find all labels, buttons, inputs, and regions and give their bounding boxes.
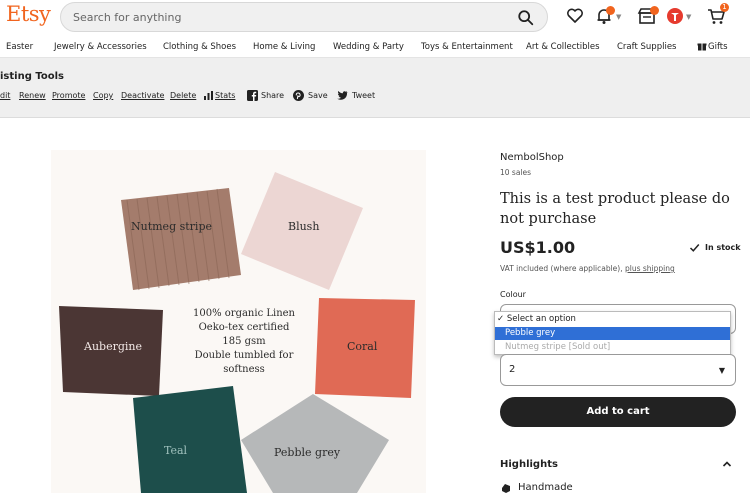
fabric-info-line: 185 gsm <box>222 336 266 347</box>
avatar[interactable] <box>665 6 685 26</box>
fabric-info-line: softness <box>223 364 265 375</box>
top-header: Etsy Search for anything ▼ ▼ 1 <box>0 0 750 36</box>
notification-dot <box>606 6 615 15</box>
highlights-heading[interactable]: Highlights <box>500 459 558 470</box>
category-craft[interactable]: Craft Supplies <box>617 42 676 52</box>
shop-dot <box>650 6 659 15</box>
stats-icon <box>204 91 213 100</box>
category-easter[interactable]: Easter <box>6 42 33 52</box>
product-image[interactable]: Nutmeg stripe Blush Aubergine Coral Teal… <box>51 150 426 493</box>
copy-link[interactable]: Copy <box>93 91 113 100</box>
vat-text: VAT included (where applicable), <box>500 264 623 273</box>
category-toys[interactable]: Toys & Entertainment <box>421 42 513 52</box>
listing-tools-bar: isting Tools dit Renew Promote Copy Deac… <box>0 58 750 118</box>
swatch-label-nutmeg: Nutmeg stripe <box>131 220 213 233</box>
quantity-select[interactable]: 2 ▼ <box>500 354 736 386</box>
facebook-icon <box>247 90 258 101</box>
swatch-label-blush: Blush <box>288 220 320 233</box>
product-price: US$1.00 <box>500 238 576 257</box>
swatch-label-coral: Coral <box>347 340 378 353</box>
category-gifts[interactable]: Gifts <box>708 42 728 52</box>
shipping-link[interactable]: plus shipping <box>625 264 675 273</box>
handmade-icon <box>502 484 510 493</box>
fabric-info-line: Double tumbled for <box>194 350 294 361</box>
colour-dropdown-list: ✓ Select an option Pebble grey Nutmeg st… <box>494 311 731 355</box>
handmade-feature: Handmade <box>518 482 573 493</box>
quantity-value: 2 <box>509 364 516 375</box>
renew-link[interactable]: Renew <box>19 91 46 100</box>
chevron-up-icon[interactable] <box>722 459 732 469</box>
tweet-button[interactable]: Tweet <box>352 91 375 100</box>
sales-count: 10 sales <box>500 168 532 177</box>
search-icon[interactable] <box>517 9 535 27</box>
delete-link[interactable]: Delete <box>170 91 196 100</box>
twitter-icon <box>337 91 348 100</box>
promote-link[interactable]: Promote <box>52 91 85 100</box>
fabric-info-line: 100% organic Linen <box>193 308 295 319</box>
swatch-label-teal: Teal <box>164 444 188 457</box>
colour-label: Colour <box>500 290 526 299</box>
dropdown-arrow-icon: ▼ <box>718 366 725 375</box>
stats-link[interactable]: Stats <box>215 91 235 100</box>
vat-note: VAT included (where applicable), plus sh… <box>500 264 675 273</box>
share-button[interactable]: Share <box>261 91 284 100</box>
category-wedding[interactable]: Wedding & Party <box>333 42 404 52</box>
search-bar[interactable]: Search for anything <box>60 2 548 32</box>
fabric-info-line: Oeko-tex certified <box>198 322 290 333</box>
save-button[interactable]: Save <box>308 91 328 100</box>
check-icon <box>689 244 700 252</box>
category-art[interactable]: Art & Collectibles <box>526 42 600 52</box>
product-title: This is a test product please do not pur… <box>500 191 730 227</box>
etsy-logo[interactable]: Etsy <box>6 2 51 26</box>
category-clothing[interactable]: Clothing & Shoes <box>163 42 236 52</box>
add-to-cart-button[interactable]: Add to cart <box>500 397 736 427</box>
colour-option-nutmeg-stripe: Nutmeg stripe [Sold out] <box>505 342 611 352</box>
heart-icon[interactable] <box>565 6 585 26</box>
category-home[interactable]: Home & Living <box>253 42 315 52</box>
category-jewelry[interactable]: Jewelry & Accessories <box>54 42 147 52</box>
fabric-info-text: 100% organic Linen Oeko-tex certified 18… <box>179 307 309 377</box>
stock-status: In stock <box>705 243 741 252</box>
colour-option-pebble-grey[interactable]: Pebble grey <box>495 327 730 340</box>
swatch-label-pebble-grey: Pebble grey <box>274 446 341 459</box>
edit-link[interactable]: dit <box>0 91 10 100</box>
option-label: Select an option <box>506 314 576 324</box>
swatch-label-aubergine: Aubergine <box>84 340 142 353</box>
check-mark-icon: ✓ <box>497 314 505 324</box>
pinterest-icon <box>293 90 304 101</box>
chevron-down-icon[interactable]: ▼ <box>616 13 621 21</box>
listing-tools-title: isting Tools <box>0 71 64 82</box>
category-nav: Easter Jewelry & Accessories Clothing & … <box>0 36 750 58</box>
search-input[interactable]: Search for anything <box>73 11 181 24</box>
account-chevron-icon[interactable]: ▼ <box>686 13 691 21</box>
cart-count-badge: 1 <box>720 3 729 12</box>
shop-name[interactable]: NembolShop <box>500 152 564 163</box>
gift-icon <box>697 43 707 51</box>
deactivate-link[interactable]: Deactivate <box>121 91 164 100</box>
colour-option-placeholder[interactable]: ✓ Select an option <box>495 313 730 326</box>
